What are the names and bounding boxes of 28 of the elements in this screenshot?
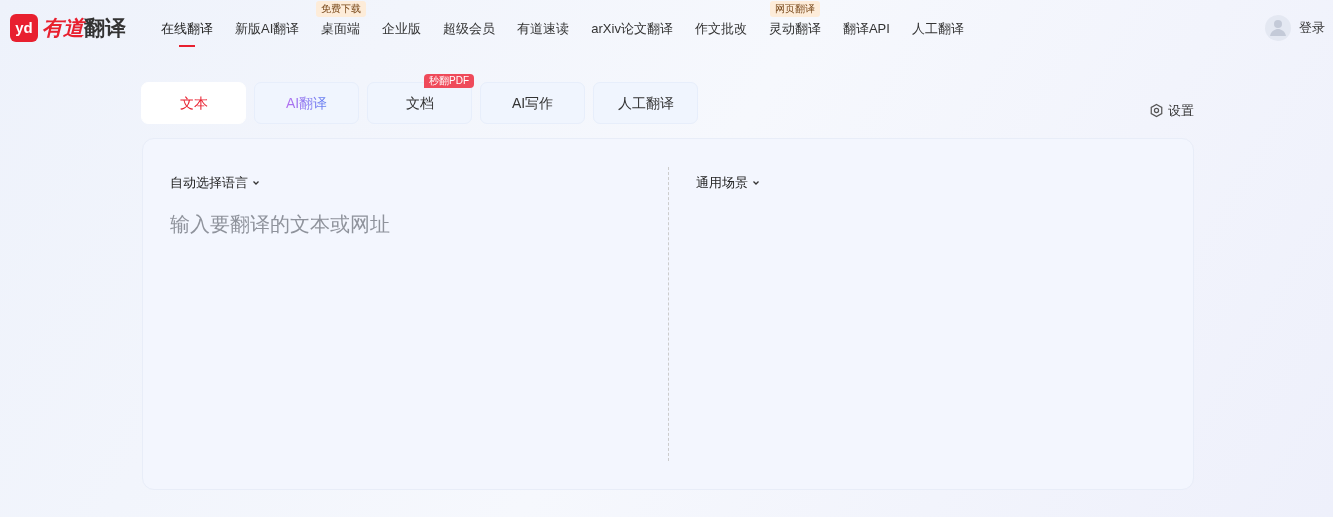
- avatar-icon[interactable]: [1265, 15, 1291, 41]
- scene-dropdown[interactable]: 通用场景: [695, 173, 760, 193]
- promo-tag: 秒翻PDF: [424, 74, 474, 88]
- mode-tab[interactable]: AI写作: [480, 82, 585, 124]
- nav-link[interactable]: 人工翻译: [911, 18, 964, 48]
- nav-link[interactable]: 桌面端: [321, 18, 361, 48]
- mode-tab[interactable]: 人工翻译: [593, 82, 698, 124]
- chevron-icon: [751, 178, 760, 187]
- nav-link[interactable]: 灵动翻译: [768, 18, 821, 48]
- mode-tab[interactable]: 文本: [141, 82, 246, 124]
- login-link[interactable]: 登录: [1299, 18, 1325, 38]
- product-name: 翻译: [84, 15, 126, 42]
- settings-icon: [1149, 102, 1164, 118]
- nav-link[interactable]: arXiv论文翻译: [591, 18, 673, 48]
- nav-link[interactable]: 企业版: [382, 18, 422, 48]
- nav-link[interactable]: 有道速读: [517, 18, 570, 48]
- nav-link[interactable]: 作文批改: [694, 18, 747, 48]
- promo-tag: 免费下载: [315, 0, 366, 17]
- logo-icon: yd: [10, 14, 38, 42]
- nav-link[interactable]: 新版AI翻译: [235, 18, 300, 48]
- source-text-field[interactable]: 输入要翻译的文本或网址: [170, 208, 641, 239]
- nav-link[interactable]: 超级会员: [443, 18, 496, 48]
- language-dropdown[interactable]: 自动选择语言: [170, 173, 260, 193]
- nav-link[interactable]: 翻译API: [842, 18, 890, 48]
- settings-button[interactable]: 设置: [1149, 100, 1194, 120]
- promo-tag: 网页翻译: [769, 0, 820, 17]
- brand-name: 有道: [42, 15, 84, 42]
- chevron-icon: [252, 178, 260, 187]
